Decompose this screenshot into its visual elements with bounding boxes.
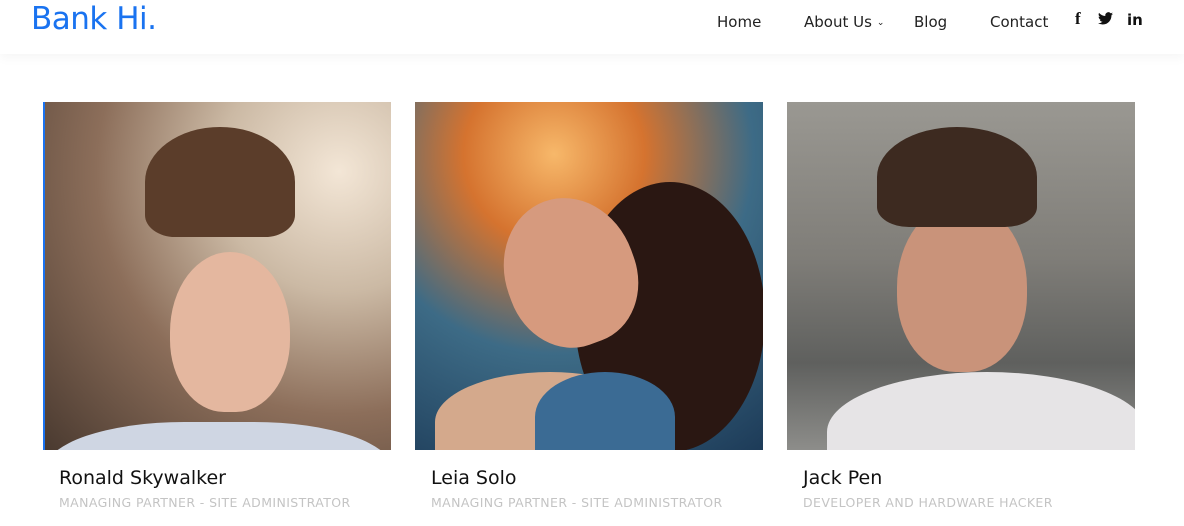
member-name: Jack Pen bbox=[803, 467, 883, 489]
facebook-icon[interactable]: f bbox=[1075, 9, 1081, 29]
logo[interactable]: Bank Hi. bbox=[31, 1, 157, 37]
site-header: Bank Hi. Home About Us ⌄ Blog Contact f i… bbox=[0, 0, 1184, 54]
twitter-icon[interactable] bbox=[1098, 11, 1113, 29]
team-card[interactable]: Jack Pen DEVELOPER AND HARDWARE HACKER bbox=[787, 102, 1135, 510]
nav-blog[interactable]: Blog bbox=[914, 13, 947, 31]
member-role: MANAGING PARTNER - SITE ADMINISTRATOR bbox=[59, 495, 351, 510]
member-name: Ronald Skywalker bbox=[59, 467, 226, 489]
team-card[interactable]: Ronald Skywalker MANAGING PARTNER - SITE… bbox=[43, 102, 391, 510]
nav-contact[interactable]: Contact bbox=[990, 13, 1048, 31]
linkedin-icon[interactable]: in bbox=[1127, 11, 1143, 29]
team-card[interactable]: Leia Solo MANAGING PARTNER - SITE ADMINI… bbox=[415, 102, 763, 510]
nav-about-us-label: About Us bbox=[804, 13, 872, 31]
member-role: DEVELOPER AND HARDWARE HACKER bbox=[803, 495, 1053, 510]
chevron-down-icon: ⌄ bbox=[876, 18, 885, 28]
nav-home[interactable]: Home bbox=[717, 13, 761, 31]
team-photo bbox=[787, 102, 1135, 450]
team-photo bbox=[43, 102, 391, 450]
team-photo bbox=[415, 102, 763, 450]
member-role: MANAGING PARTNER - SITE ADMINISTRATOR bbox=[431, 495, 723, 510]
nav-about-us[interactable]: About Us ⌄ bbox=[804, 13, 884, 31]
member-name: Leia Solo bbox=[431, 467, 517, 489]
